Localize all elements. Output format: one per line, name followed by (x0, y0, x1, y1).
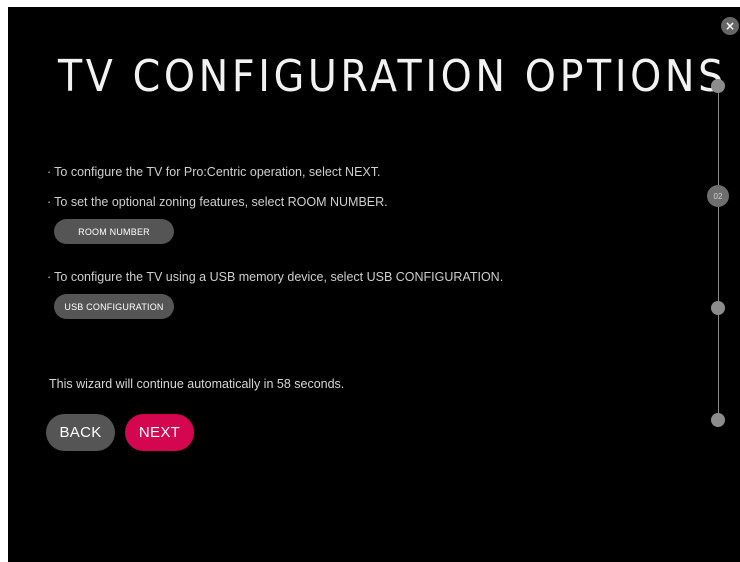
progress-step-4 (711, 413, 725, 427)
bullet: · (47, 270, 52, 284)
page-title: TV CONFIGURATION OPTIONS (58, 51, 727, 102)
instruction-next-text: To configure the TV for Pro:Centric oper… (54, 165, 381, 179)
next-button[interactable]: NEXT (125, 414, 194, 451)
progress-step-current: 02 (707, 185, 729, 207)
screen-border (0, 482, 8, 562)
auto-continue-status: This wizard will continue automatically … (49, 377, 345, 391)
progress-step-3 (711, 301, 725, 315)
room-number-button[interactable]: ROOM NUMBER (54, 219, 174, 244)
back-button[interactable]: BACK (46, 414, 115, 451)
instruction-room-text: To set the optional zoning features, sel… (54, 195, 388, 209)
bullet: · (47, 165, 52, 179)
instruction-usb: · To configure the TV using a USB memory … (47, 270, 503, 284)
wizard-screen: TV CONFIGURATION OPTIONS · To configure t… (8, 7, 740, 562)
close-icon[interactable]: × (721, 17, 739, 35)
progress-step-1 (711, 79, 725, 93)
instruction-room: · To set the optional zoning features, se… (47, 195, 388, 209)
usb-configuration-button[interactable]: USB CONFIGURATION (54, 294, 174, 319)
progress-track (718, 87, 719, 421)
instruction-next: · To configure the TV for Pro:Centric ope… (47, 165, 380, 179)
bullet: · (47, 195, 52, 209)
instruction-usb-text: To configure the TV using a USB memory d… (54, 270, 504, 284)
